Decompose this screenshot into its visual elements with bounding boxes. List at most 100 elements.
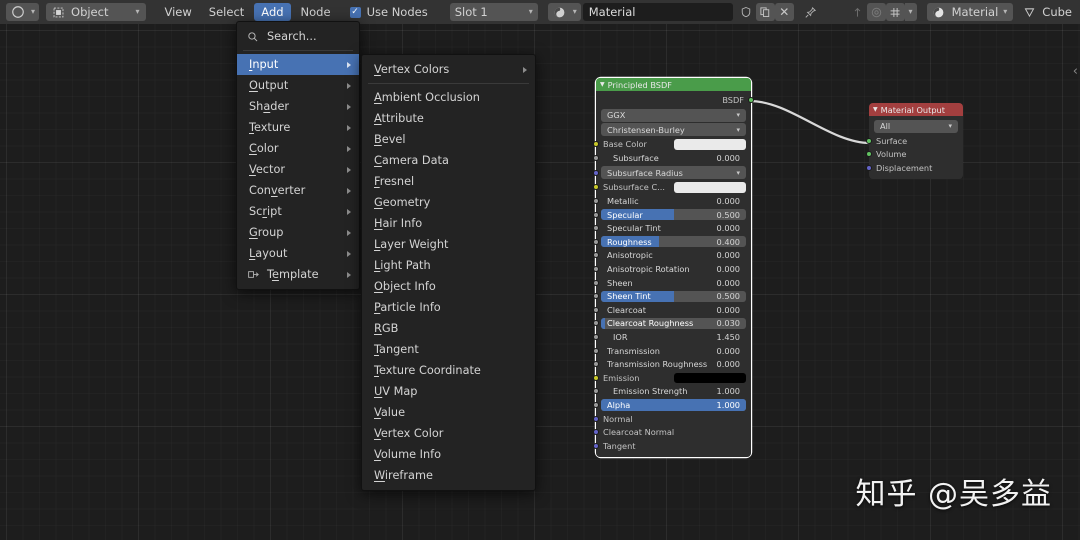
add-menu-item-template[interactable]: Template	[237, 264, 359, 285]
duplicate-icon[interactable]	[756, 3, 775, 21]
socket-metallic[interactable]	[593, 198, 599, 204]
socket-alpha[interactable]	[593, 402, 599, 408]
socket-specular[interactable]	[593, 212, 599, 218]
dropdown-render-target[interactable]: All ▾	[874, 120, 958, 133]
add-menu-item-vector[interactable]: Vector	[237, 159, 359, 180]
add-menu-item-color[interactable]: Color	[237, 138, 359, 159]
add-menu-item-shader[interactable]: Shader	[237, 96, 359, 117]
node-input-specular-tint[interactable]: Specular Tint0.000	[596, 221, 751, 235]
node-output-bsdf[interactable]: BSDF	[596, 93, 751, 107]
add-menu-panel[interactable]: Search... InputOutputShaderTextureColorV…	[236, 21, 360, 290]
input-submenu-item-layer-weight[interactable]: Layer Weight	[362, 234, 535, 255]
overlays-icon[interactable]	[886, 3, 905, 21]
add-menu-item-group[interactable]: Group	[237, 222, 359, 243]
node-input-clearcoat[interactable]: Clearcoat0.000	[596, 303, 751, 317]
dropdown-subsurface-method[interactable]: Christensen-Burley ▾	[601, 123, 746, 136]
socket-bsdf-output[interactable]	[748, 97, 754, 103]
node-input-metallic[interactable]: Metallic0.000	[596, 194, 751, 208]
color-swatch-base-color[interactable]	[674, 139, 746, 150]
input-submenu-item-vertex-color[interactable]: Vertex Color	[362, 423, 535, 444]
input-submenu-panel[interactable]: Vertex ColorsAmbient OcclusionAttributeB…	[361, 54, 536, 491]
proportional-edit-icon[interactable]	[867, 3, 886, 21]
input-submenu-item-volume-info[interactable]: Volume Info	[362, 444, 535, 465]
add-menu-item-input[interactable]: Input	[237, 54, 359, 75]
node-principled-bsdf[interactable]: ▼ Principled BSDF BSDF GGX ▾ Christensen…	[596, 78, 751, 457]
use-nodes-toggle[interactable]: ✓ Use Nodes	[350, 5, 428, 19]
shield-icon[interactable]	[737, 3, 756, 21]
material-browse-button[interactable]: ▾	[548, 3, 581, 21]
socket-sheen-tint[interactable]	[593, 293, 599, 299]
menu-select[interactable]: Select	[202, 3, 251, 21]
socket-displacement[interactable]	[866, 165, 872, 171]
node-material-output[interactable]: ▼ Material Output All ▾ SurfaceVolumeDis…	[869, 103, 963, 179]
node-input-anisotropic[interactable]: Anisotropic0.000	[596, 249, 751, 263]
socket-subsurface-c[interactable]	[593, 184, 599, 190]
color-swatch-emission[interactable]	[674, 373, 746, 384]
breadcrumb-material[interactable]: Material ▾	[927, 3, 1014, 21]
input-submenu-item-uv-map[interactable]: UV Map	[362, 381, 535, 402]
node-input-emission-strength[interactable]: Emission Strength1.000	[596, 385, 751, 399]
input-submenu-item-wireframe[interactable]: Wireframe	[362, 465, 535, 486]
input-submenu-item-value[interactable]: Value	[362, 402, 535, 423]
socket-ior[interactable]	[593, 334, 599, 340]
node-header-material-output[interactable]: ▼ Material Output	[869, 103, 963, 116]
input-submenu-item-bevel[interactable]: Bevel	[362, 129, 535, 150]
input-submenu-item-texture-coordinate[interactable]: Texture Coordinate	[362, 360, 535, 381]
socket-normal[interactable]	[593, 416, 599, 422]
socket-specular-tint[interactable]	[593, 225, 599, 231]
color-swatch-subsurface-c[interactable]	[674, 182, 746, 193]
add-menu-item-layout[interactable]: Layout	[237, 243, 359, 264]
node-input-base-color[interactable]: Base Color	[596, 138, 751, 152]
input-submenu-item-rgb[interactable]: RGB	[362, 318, 535, 339]
sidebar-toggle-arrow-icon[interactable]: ‹	[1073, 64, 1078, 79]
socket-transmission-roughness[interactable]	[593, 361, 599, 367]
overlay-chevron-down-icon[interactable]: ▾	[905, 3, 917, 21]
input-submenu-item-geometry[interactable]: Geometry	[362, 192, 535, 213]
menu-add[interactable]: Add	[254, 3, 290, 21]
shading-mode-dropdown[interactable]: Object ▾	[46, 3, 145, 21]
node-header-principled-bsdf[interactable]: ▼ Principled BSDF	[596, 78, 751, 91]
collapse-triangle-icon[interactable]: ▼	[873, 106, 878, 113]
add-menu-item-output[interactable]: Output	[237, 75, 359, 96]
x-icon[interactable]: ✕	[775, 3, 794, 21]
node-input-subsurface-c[interactable]: Subsurface C...	[596, 181, 751, 195]
socket-clearcoat-normal[interactable]	[593, 429, 599, 435]
menu-node[interactable]: Node	[294, 3, 338, 21]
breadcrumb-object[interactable]: Cube	[1021, 4, 1072, 20]
node-input-transmission[interactable]: Transmission0.000	[596, 344, 751, 358]
node-input-subsurface-radius[interactable]: Subsurface Radius▾	[601, 166, 746, 179]
socket-anisotropic-rotation[interactable]	[593, 266, 599, 272]
node-canvas[interactable]: ‹ ▼ Principled BSDF BSDF GGX ▾	[0, 24, 1080, 540]
menu-item-search[interactable]: Search...	[237, 26, 359, 47]
menu-view[interactable]: View	[158, 3, 199, 21]
collapse-triangle-icon[interactable]: ▼	[600, 81, 605, 88]
node-input-sheen[interactable]: Sheen0.000	[596, 276, 751, 290]
node-input-emission[interactable]: Emission	[596, 371, 751, 385]
input-submenu-item-ambient-occlusion[interactable]: Ambient Occlusion	[362, 87, 535, 108]
input-submenu-item-light-path[interactable]: Light Path	[362, 255, 535, 276]
socket-anisotropic[interactable]	[593, 252, 599, 258]
dropdown-distribution[interactable]: GGX ▾	[601, 109, 746, 122]
socket-clearcoat-roughness[interactable]	[593, 320, 599, 326]
socket-subsurface-radius[interactable]	[593, 170, 599, 176]
socket-tangent[interactable]	[593, 443, 599, 449]
node-input-roughness[interactable]: Roughness0.400	[596, 235, 751, 249]
pin-icon[interactable]	[801, 3, 820, 21]
input-submenu-item-tangent[interactable]: Tangent	[362, 339, 535, 360]
socket-transmission[interactable]	[593, 348, 599, 354]
material-slot-dropdown[interactable]: Slot 1 ▾	[450, 3, 538, 21]
socket-subsurface[interactable]	[593, 155, 599, 161]
node-input-sheen-tint[interactable]: Sheen Tint0.500	[596, 289, 751, 303]
input-submenu-item-fresnel[interactable]: Fresnel	[362, 171, 535, 192]
node-input-anisotropic-rotation[interactable]: Anisotropic Rotation0.000	[596, 262, 751, 276]
node-input-clearcoat-roughness[interactable]: Clearcoat Roughness0.030	[596, 317, 751, 331]
node-input-ior[interactable]: IOR1.450	[596, 330, 751, 344]
input-submenu-item-particle-info[interactable]: Particle Info	[362, 297, 535, 318]
input-submenu-item-hair-info[interactable]: Hair Info	[362, 213, 535, 234]
input-submenu-item-attribute[interactable]: Attribute	[362, 108, 535, 129]
socket-roughness[interactable]	[593, 239, 599, 245]
material-name-field[interactable]: Material	[583, 3, 733, 21]
add-menu-item-texture[interactable]: Texture	[237, 117, 359, 138]
socket-emission[interactable]	[593, 375, 599, 381]
add-menu-item-converter[interactable]: Converter	[237, 180, 359, 201]
